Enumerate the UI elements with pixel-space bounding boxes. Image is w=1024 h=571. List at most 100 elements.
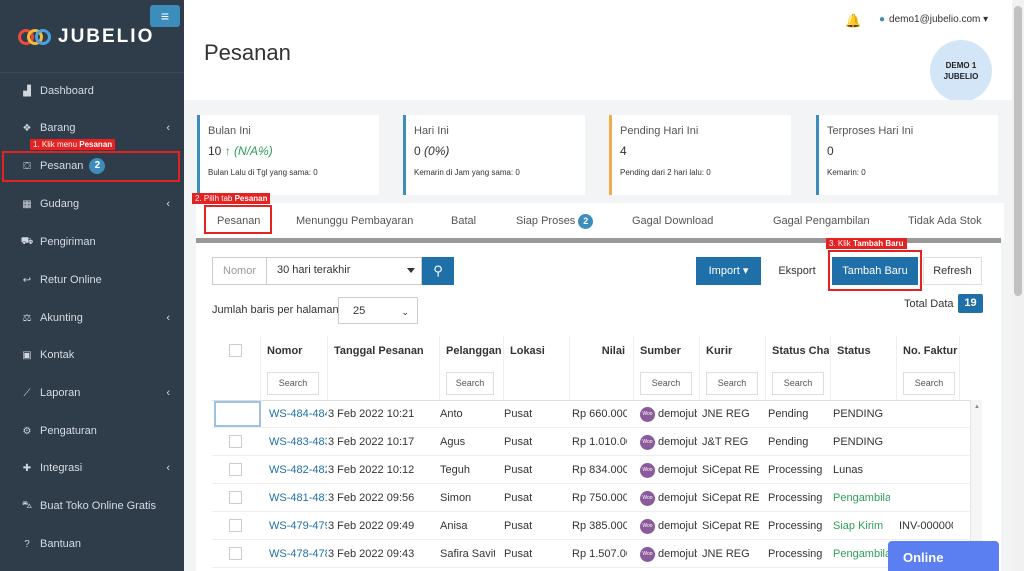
sidebar-item-pengaturan[interactable]: ⚙ Pengaturan bbox=[0, 416, 184, 446]
column-search-input[interactable]: Search bbox=[903, 372, 955, 395]
row-checkbox[interactable] bbox=[229, 435, 242, 448]
cell-text: Pusat bbox=[504, 408, 533, 420]
cell-text: Siap Kirim bbox=[833, 520, 884, 532]
cell-nomor[interactable]: WS-484-484 bbox=[269, 400, 327, 428]
column-search-input[interactable]: Search bbox=[772, 372, 824, 395]
table-row[interactable]: WS-484-484 3 Feb 2022 10:21 Anto Pusat Rp 66… bbox=[212, 400, 972, 428]
cell-tanggal: 3 Feb 2022 10:17 bbox=[328, 428, 431, 456]
table-row[interactable]: WS-483-483 3 Feb 2022 10:17 Agus Pusat Rp 1.… bbox=[212, 428, 972, 456]
refresh-button[interactable]: Refresh bbox=[923, 257, 982, 285]
online-chat-button[interactable]: Online bbox=[888, 541, 999, 571]
tab-batal[interactable]: Batal bbox=[451, 203, 476, 239]
sidebar-item-bantuan[interactable]: ? Bantuan bbox=[0, 529, 184, 559]
arrow-up-icon: ↑ bbox=[221, 144, 235, 158]
export-button[interactable]: Eksport bbox=[767, 257, 827, 285]
column-search-input[interactable]: Search bbox=[267, 372, 319, 395]
sidebar-item-label: Akunting bbox=[40, 312, 83, 324]
menu-toggle-button[interactable]: ≡ bbox=[150, 5, 180, 27]
sidebar-item-retur-online[interactable]: ↩ Retur Online bbox=[0, 265, 184, 295]
column-header[interactable]: Nilai bbox=[570, 336, 634, 400]
sidebar-item-laporan[interactable]: ⟋ Laporan ‹ bbox=[0, 378, 184, 408]
cell-nomor[interactable]: WS-481-481 bbox=[269, 484, 327, 512]
column-header-label: Nomor bbox=[267, 345, 303, 357]
rows-per-page-select[interactable]: 25 ⌄ bbox=[338, 297, 418, 324]
tab-siap-proses[interactable]: Siap Proses 2 bbox=[516, 203, 594, 239]
table-row[interactable]: WS-481-481 3 Feb 2022 09:56 Simon Pusat Rp 7… bbox=[212, 484, 972, 512]
page-scrollbar[interactable] bbox=[1012, 0, 1024, 571]
cell-sumber: Woodemojubelio bbox=[640, 456, 697, 484]
page-scrollbar-thumb[interactable] bbox=[1014, 6, 1022, 296]
table-row[interactable]: WS-478-4783 Feb 2022 09:43 Safira Savitri… bbox=[212, 540, 972, 568]
sidebar-item-integrasi[interactable]: ✚ Integrasi ‹ bbox=[0, 453, 184, 483]
sidebar-item-pengiriman[interactable]: ⛟ Pengiriman bbox=[0, 227, 184, 257]
sidebar-item-label: Laporan bbox=[40, 387, 81, 399]
brand-logo[interactable]: JUBELIO bbox=[18, 26, 154, 48]
cell-lokasi: Pusat bbox=[504, 540, 561, 568]
column-header[interactable]: Pelanggan / Pembeli Search bbox=[440, 336, 504, 400]
column-header[interactable]: No. Faktur Search bbox=[897, 336, 960, 400]
annotation-label-step2: 2. Pilih tab Pesanan bbox=[192, 193, 271, 204]
table-row[interactable]: WS-482-482 3 Feb 2022 10:12 Teguh Pusat Rp 8… bbox=[212, 456, 972, 484]
column-header[interactable]: Sumber Search bbox=[634, 336, 700, 400]
tab-gagal-pengambilan[interactable]: Gagal Pengambilan bbox=[773, 203, 870, 239]
sidebar-divider bbox=[0, 72, 184, 73]
date-range-select[interactable]: 30 hari terakhir bbox=[266, 257, 422, 285]
stat-value-row: 10 ↑ (N/A%) bbox=[208, 144, 371, 158]
row-checkbox[interactable] bbox=[229, 519, 242, 532]
column-search-input[interactable]: Search bbox=[640, 372, 692, 395]
total-data-badge: 19 bbox=[958, 294, 983, 313]
tab-tidak-ada-stok[interactable]: Tidak Ada Stok bbox=[908, 203, 982, 239]
column-header[interactable]: Status Channel Search bbox=[766, 336, 831, 400]
sidebar-item-gudang[interactable]: ▦ Gudang ‹ bbox=[0, 189, 184, 219]
tab-menunggu-pembayaran[interactable]: Menunggu Pembayaran bbox=[296, 203, 413, 239]
sidebar-item-buat-toko-online-gratis[interactable]: ⛍ Buat Toko Online Gratis bbox=[0, 491, 184, 521]
cell-nomor[interactable]: WS-478-478 bbox=[269, 540, 327, 568]
tab-label: Menunggu Pembayaran bbox=[296, 215, 414, 227]
sidebar-item-label: Retur Online bbox=[40, 274, 102, 286]
cell-nomor[interactable]: WS-482-482 bbox=[269, 456, 327, 484]
tab-label: Siap Proses bbox=[516, 215, 576, 227]
cell-nilai: Rp 1.507.000,00 bbox=[572, 540, 627, 568]
cell-text: Anto bbox=[440, 408, 463, 420]
question-circle-icon: ? bbox=[24, 538, 30, 550]
cell-text: Pusat bbox=[504, 464, 533, 476]
row-checkbox[interactable] bbox=[214, 401, 261, 427]
sidebar-item-dashboard[interactable]: ▟ Dashboard bbox=[0, 76, 184, 106]
cell-nomor[interactable]: WS-479-479 bbox=[269, 512, 327, 540]
column-header[interactable]: Tanggal Pesanan bbox=[328, 336, 440, 400]
row-checkbox[interactable] bbox=[229, 547, 242, 560]
search-field-select[interactable]: Nomor bbox=[212, 257, 266, 285]
row-checkbox[interactable] bbox=[229, 491, 242, 504]
cell-text: Processing bbox=[768, 464, 823, 476]
column-header[interactable]: Status bbox=[831, 336, 897, 400]
cell-status: Pengambilan bbox=[833, 484, 890, 512]
cell-text: INV-000000 bbox=[899, 520, 953, 532]
select-all-checkbox[interactable] bbox=[229, 344, 242, 357]
cell-pelanggan: Teguh bbox=[440, 456, 495, 484]
avatar-line1: DEMO 1 bbox=[945, 61, 977, 70]
table-row[interactable]: WS-479-479 3 Feb 2022 09:49 Anisa Pusat Rp 3… bbox=[212, 512, 972, 540]
tab-gagal-download[interactable]: Gagal Download bbox=[632, 203, 713, 239]
row-checkbox[interactable] bbox=[229, 463, 242, 476]
bell-icon[interactable]: 🔔 bbox=[845, 13, 861, 29]
balance-scale-icon: ⚖ bbox=[22, 312, 32, 324]
column-header[interactable]: Kurir Search bbox=[700, 336, 766, 400]
cell-sumber: Woodemojubelio bbox=[640, 512, 697, 540]
cell-lokasi: Pusat bbox=[504, 484, 561, 512]
sidebar-item-kontak[interactable]: ▣ Kontak bbox=[0, 340, 184, 370]
cell-text: J&T REG bbox=[702, 436, 749, 448]
sidebar-item-akunting[interactable]: ⚖ Akunting ‹ bbox=[0, 303, 184, 333]
column-header-label: Nilai bbox=[601, 345, 625, 357]
column-header[interactable]: Lokasi bbox=[504, 336, 570, 400]
import-button[interactable]: Import ▾ bbox=[696, 257, 761, 285]
chart-area-icon: ▟ bbox=[23, 85, 31, 97]
column-search-input[interactable]: Search bbox=[446, 372, 494, 395]
avatar[interactable]: DEMO 1 JUBELIO bbox=[930, 40, 992, 102]
column-search-input[interactable]: Search bbox=[706, 372, 758, 395]
user-menu[interactable]: ● demo1@jubelio.com ▾ bbox=[879, 14, 988, 25]
column-header[interactable]: Nomor Search bbox=[261, 336, 328, 400]
cell-text: WS-483-483 bbox=[269, 436, 327, 448]
annotation-label-step3: 3. Klik Tambah Baru bbox=[826, 238, 907, 249]
search-button[interactable]: ⚲ bbox=[422, 257, 454, 285]
cell-nomor[interactable]: WS-483-483 bbox=[269, 428, 327, 456]
